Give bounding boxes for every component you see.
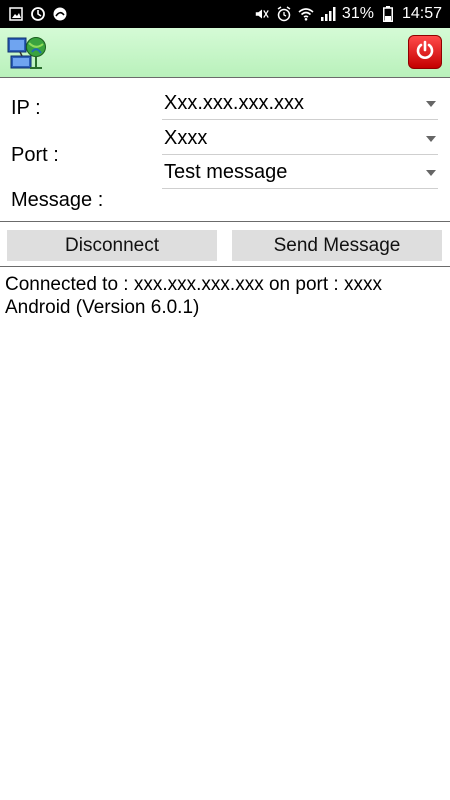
clock: 14:57 (401, 5, 442, 22)
log-line: Connected to : xxx.xxx.xxx.xxx on port :… (5, 274, 382, 295)
ip-label: IP : (11, 97, 41, 119)
port-label: Port : (11, 144, 59, 166)
battery-icon (380, 6, 396, 22)
send-message-button[interactable]: Send Message (232, 230, 442, 261)
power-icon (414, 39, 436, 66)
message-label: Message : (11, 189, 104, 211)
message-value: Test message (164, 161, 288, 183)
app-header (0, 28, 450, 78)
disconnect-button[interactable]: Disconnect (7, 230, 217, 261)
status-bar: 31% 14:57 (0, 0, 450, 28)
wifi-icon (298, 6, 314, 22)
divider (0, 221, 450, 222)
ip-dropdown[interactable]: Xxx.xxx.xxx.xxx (162, 87, 438, 120)
message-dropdown[interactable]: Test message (162, 156, 438, 189)
app-notification-icon (52, 6, 68, 22)
port-dropdown-arrow-icon (426, 136, 436, 142)
log-line: Android (Version 6.0.1) (5, 297, 200, 318)
status-bar-system: 31% 14:57 (254, 5, 442, 23)
sync-icon (30, 6, 46, 22)
gallery-icon (8, 6, 24, 22)
ip-dropdown-arrow-icon (426, 101, 436, 107)
battery-percent: 31% (341, 5, 374, 22)
status-bar-notifications (8, 6, 68, 22)
message-dropdown-arrow-icon (426, 170, 436, 176)
connection-log: Connected to : xxx.xxx.xxx.xxx on port :… (5, 273, 445, 319)
port-dropdown[interactable]: Xxxx (162, 122, 438, 155)
mute-icon (254, 6, 270, 22)
ip-value: Xxx.xxx.xxx.xxx (164, 92, 305, 114)
power-off-button[interactable] (408, 35, 442, 69)
port-value: Xxxx (164, 127, 208, 149)
signal-icon (320, 6, 336, 22)
alarm-icon (276, 6, 292, 22)
network-globe-icon (6, 34, 48, 72)
divider (0, 266, 450, 267)
